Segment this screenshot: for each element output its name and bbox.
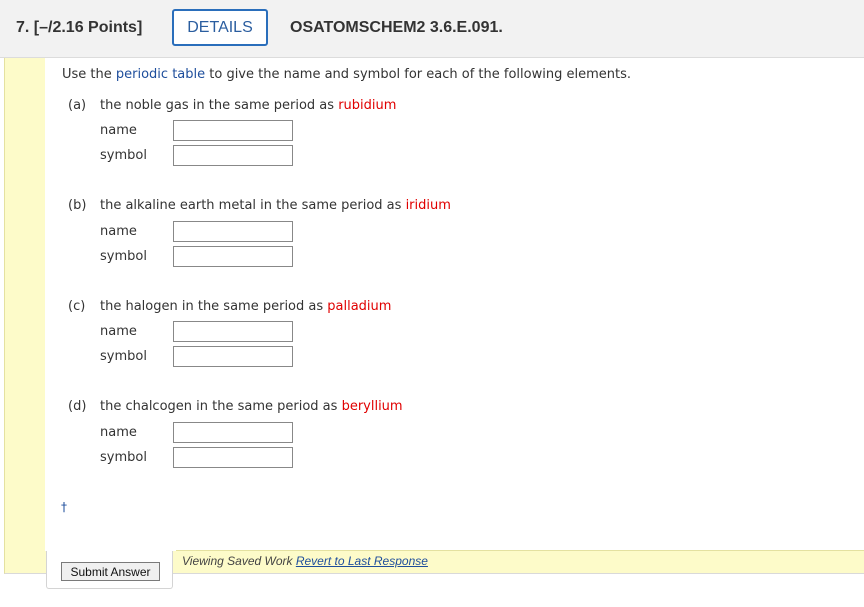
part-d-symbol-input[interactable] <box>173 447 293 468</box>
saved-work-text: Viewing Saved Work Revert to Last Respon… <box>182 554 428 568</box>
question-code: OSATOMSCHEM2 3.6.E.091. <box>290 19 503 36</box>
part-c-symbol-input[interactable] <box>173 346 293 367</box>
periodic-table-link[interactable]: periodic table <box>116 67 205 82</box>
part-d-name-label: name <box>100 425 137 440</box>
details-button[interactable]: DETAILS <box>172 9 268 46</box>
part-c-symbol-label: symbol <box>100 349 147 364</box>
part-d-name-input[interactable] <box>173 422 293 443</box>
saved-work-label: Viewing Saved Work <box>182 554 296 568</box>
part-c-text: the halogen in the same period as <box>100 299 328 314</box>
part-d-symbol-label: symbol <box>100 450 147 465</box>
part-b-symbol-input[interactable] <box>173 246 293 267</box>
part-c-element: palladium <box>327 299 392 314</box>
part-a-label: (a) <box>68 98 87 113</box>
part-d: (d) the chalcogen in the same period as b… <box>68 399 403 414</box>
question-header: 7. [–/2.16 Points] DETAILS OSATOMSCHEM2 … <box>0 0 864 58</box>
part-d-element: beryllium <box>341 399 403 414</box>
part-b-name-input[interactable] <box>173 221 293 242</box>
part-b: (b) the alkaline earth metal in the same … <box>68 198 451 213</box>
part-a-name-input[interactable] <box>173 120 293 141</box>
part-c-name-label: name <box>100 324 137 339</box>
prompt-text-after: to give the name and symbol for each of … <box>205 67 631 82</box>
question-points: 7. [–/2.16 Points] <box>16 19 143 36</box>
part-b-name-label: name <box>100 224 137 239</box>
part-b-label: (b) <box>68 198 87 213</box>
part-c-label: (c) <box>68 299 86 314</box>
submit-answer-button[interactable]: Submit Answer <box>61 562 160 581</box>
part-a-symbol-input[interactable] <box>173 145 293 166</box>
part-b-element: iridium <box>405 198 451 213</box>
part-b-symbol-label: symbol <box>100 249 147 264</box>
part-a-name-label: name <box>100 123 137 138</box>
part-c: (c) the halogen in the same period as pal… <box>68 299 391 314</box>
part-a: (a) the noble gas in the same period as r… <box>68 98 396 113</box>
question-prompt: Use the periodic table to give the name … <box>62 67 631 82</box>
part-a-element: rubidium <box>338 98 397 113</box>
part-d-text: the chalcogen in the same period as <box>100 399 342 414</box>
part-d-label: (d) <box>68 399 87 414</box>
dagger-icon[interactable]: † <box>61 500 67 514</box>
part-a-text: the noble gas in the same period as <box>100 98 339 113</box>
saved-work-bar: Viewing Saved Work Revert to Last Respon… <box>176 550 864 573</box>
part-b-text: the alkaline earth metal in the same per… <box>100 198 406 213</box>
prompt-text-before: Use the <box>62 67 116 82</box>
revert-link[interactable]: Revert to Last Response <box>296 554 428 568</box>
part-c-name-input[interactable] <box>173 321 293 342</box>
part-a-symbol-label: symbol <box>100 148 147 163</box>
